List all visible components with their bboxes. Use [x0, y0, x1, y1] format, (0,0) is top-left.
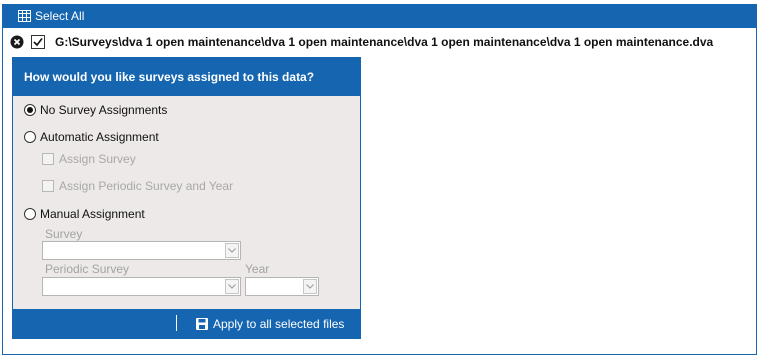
checkbox-assign-survey: Assign Survey: [42, 152, 136, 166]
checkbox: [42, 153, 54, 165]
panel-title: How would you like surveys assigned to t…: [13, 58, 360, 96]
apply-to-all-button[interactable]: Apply to all selected files: [196, 309, 344, 338]
close-circle-icon[interactable]: [10, 35, 24, 49]
checkbox-assign-periodic-survey: Assign Periodic Survey and Year: [42, 179, 233, 193]
apply-button-label: Apply to all selected files: [213, 316, 345, 331]
year-dropdown[interactable]: [245, 277, 319, 296]
radio-manual-assignment[interactable]: Manual Assignment: [24, 207, 145, 221]
radio-button[interactable]: [24, 208, 36, 220]
checkbox-label: Assign Survey: [59, 152, 136, 166]
chevron-down-icon[interactable]: [225, 243, 239, 258]
select-all-label: Select All: [35, 9, 85, 23]
radio-label: No Survey Assignments: [40, 103, 168, 117]
survey-dropdown[interactable]: [42, 241, 241, 260]
periodic-survey-dropdown[interactable]: [42, 277, 241, 296]
select-all-button[interactable]: Select All: [2, 4, 757, 28]
radio-label: Manual Assignment: [40, 207, 145, 221]
footer-divider: [176, 315, 177, 331]
survey-field-label: Survey: [45, 227, 83, 241]
checkbox-label: Assign Periodic Survey and Year: [59, 179, 234, 193]
checkbox: [42, 180, 54, 192]
year-field-label: Year: [245, 262, 270, 276]
radio-automatic-assignment[interactable]: Automatic Assignment: [24, 130, 159, 144]
chevron-down-icon[interactable]: [303, 279, 317, 294]
checkmark-icon: [33, 38, 43, 47]
panel-footer: Apply to all selected files: [13, 309, 360, 338]
radio-button[interactable]: [24, 104, 36, 116]
file-checkbox[interactable]: [31, 35, 45, 49]
radio-no-survey-assignments[interactable]: No Survey Assignments: [24, 103, 167, 117]
table-grid-icon: [18, 10, 31, 22]
survey-assignment-panel: How would you like surveys assigned to t…: [12, 57, 361, 339]
radio-button[interactable]: [24, 131, 36, 143]
chevron-down-icon[interactable]: [225, 279, 239, 294]
radio-label: Automatic Assignment: [40, 130, 159, 144]
periodic-survey-field-label: Periodic Survey: [45, 262, 130, 276]
file-path: G:\Surveys\dva 1 open maintenance\dva 1 …: [55, 35, 714, 49]
save-disk-icon: [196, 317, 208, 330]
file-row: G:\Surveys\dva 1 open maintenance\dva 1 …: [10, 33, 713, 51]
